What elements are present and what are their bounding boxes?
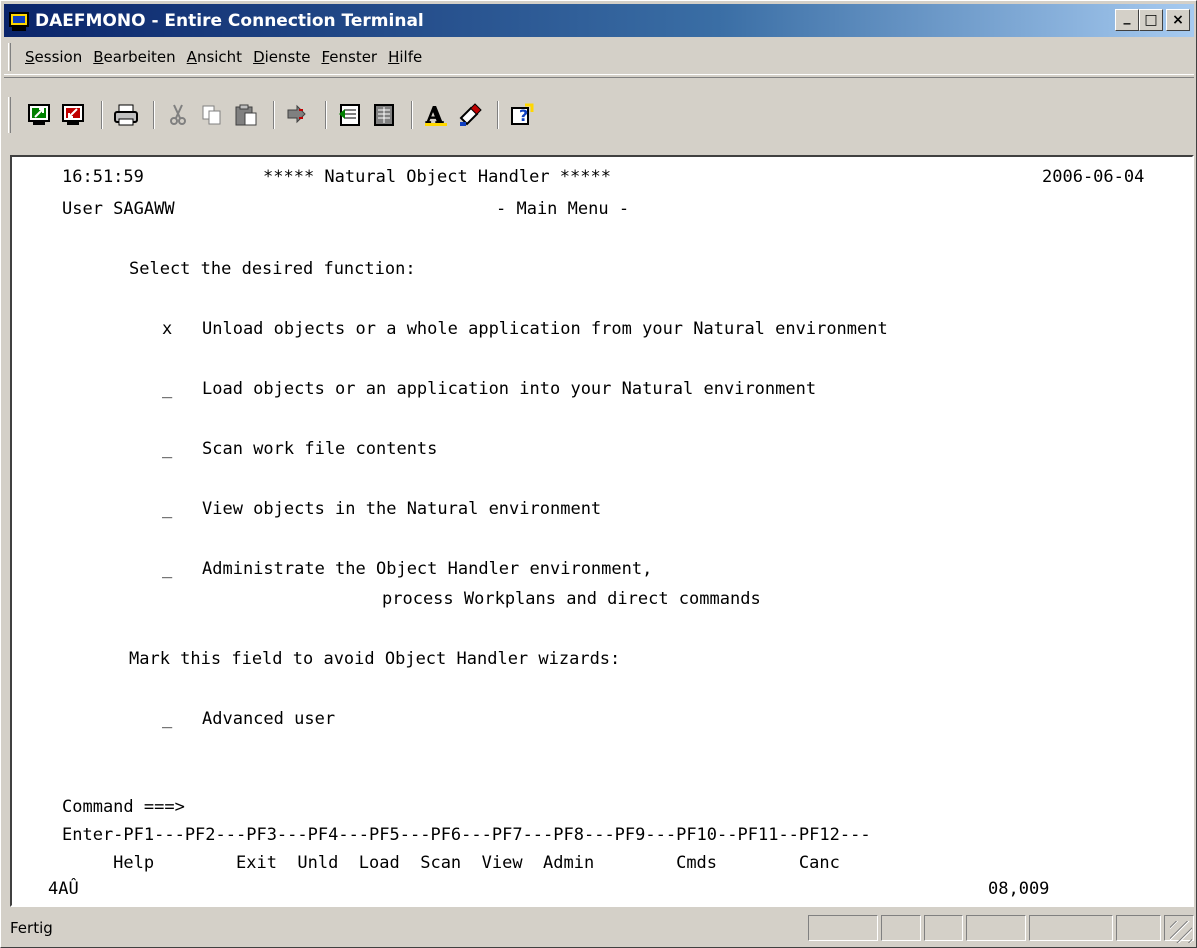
option-admin-label: Administrate the Object Handler environm… <box>202 559 653 579</box>
advanced-user-field[interactable]: _ <box>162 709 172 729</box>
minimize-icon: _ <box>1123 9 1131 25</box>
date-display: 2006-06-04 <box>1042 167 1145 187</box>
status-panel <box>1116 915 1162 941</box>
option-admin-field[interactable]: _ <box>162 559 172 579</box>
menubar-grip[interactable] <box>8 42 11 71</box>
menu-dienste[interactable]: Dienste <box>253 48 310 66</box>
status-panel <box>966 915 1026 941</box>
screen-subtitle: - Main Menu - <box>496 199 630 219</box>
toolbar-separator <box>153 100 155 129</box>
close-icon: × <box>1172 12 1184 28</box>
print-icon[interactable] <box>111 100 141 130</box>
keyboard-icon[interactable] <box>369 100 399 130</box>
disconnect-icon[interactable] <box>59 100 89 130</box>
toolbar-separator <box>101 100 103 129</box>
advanced-user-label: Advanced user <box>202 709 336 729</box>
minimize-button[interactable]: _ <box>1115 9 1139 31</box>
copy-icon[interactable] <box>197 100 227 130</box>
menu-bearbeiten[interactable]: Bearbeiten <box>93 48 175 66</box>
menu-bar: Session Bearbeiten Ansicht Dienste Fenst… <box>4 39 1194 75</box>
option-view-label: View objects in the Natural environment <box>202 499 602 519</box>
toolbar-separator <box>325 100 327 129</box>
pf-label-row[interactable]: Help Exit Unld Load Scan View Admin Cmds… <box>62 853 840 873</box>
resize-grip-icon[interactable] <box>1170 921 1192 943</box>
help-icon[interactable]: ? <box>507 100 537 130</box>
menu-hilfe[interactable]: Hilfe <box>388 48 422 66</box>
command-label[interactable]: Command ===> <box>62 797 185 817</box>
svg-text:?: ? <box>519 106 528 125</box>
paste-icon[interactable] <box>231 100 261 130</box>
option-view-field[interactable]: _ <box>162 499 172 519</box>
cut-icon[interactable] <box>163 100 193 130</box>
pf-key-row: Enter-PF1---PF2---PF3---PF4---PF5---PF6-… <box>62 825 871 845</box>
toolbar-separator <box>273 100 275 129</box>
layout-icon[interactable] <box>335 100 365 130</box>
status-panel <box>808 915 878 941</box>
option-scan-label: Scan work file contents <box>202 439 438 459</box>
status-text: Fertig <box>10 919 53 937</box>
status-bar: Fertig <box>4 911 1194 945</box>
status-indicator: 4AÛ <box>48 879 79 899</box>
screen-header: ***** Natural Object Handler ***** <box>263 167 611 187</box>
connect-icon[interactable] <box>25 100 55 130</box>
toolbar-separator <box>497 100 499 129</box>
title-bar[interactable]: DAEFMONO - Entire Connection Terminal _ … <box>4 4 1194 37</box>
option-unload-field[interactable]: x <box>162 319 172 339</box>
status-panel <box>1028 915 1114 941</box>
toolbar: A ? <box>4 77 1194 151</box>
maximize-icon: □ <box>1144 12 1158 28</box>
status-panel <box>923 915 964 941</box>
option-load-field[interactable]: _ <box>162 379 172 399</box>
color-icon[interactable] <box>455 100 485 130</box>
maximize-button[interactable]: □ <box>1139 9 1163 31</box>
menu-fenster[interactable]: Fenster <box>321 48 377 66</box>
option-load-label: Load objects or an application into your… <box>202 379 817 399</box>
toolbar-grip[interactable] <box>8 96 11 133</box>
cursor-position: 08,009 <box>988 879 1050 899</box>
menu-session[interactable]: Session <box>25 48 82 66</box>
terminal-app-icon <box>8 10 30 32</box>
font-icon[interactable]: A <box>421 100 451 130</box>
toolbar-separator <box>411 100 413 129</box>
option-scan-field[interactable]: _ <box>162 439 172 459</box>
terminal-screen[interactable]: 16:51:59 ***** Natural Object Handler **… <box>10 155 1194 907</box>
option-unload-label: Unload objects or a whole application fr… <box>202 319 888 339</box>
close-button[interactable]: × <box>1166 9 1190 31</box>
option-admin-label-cont: process Workplans and direct commands <box>382 589 761 609</box>
time-display: 16:51:59 <box>62 167 144 187</box>
status-panel <box>880 915 921 941</box>
select-prompt: Select the desired function: <box>129 259 416 279</box>
terminal-window: DAEFMONO - Entire Connection Terminal _ … <box>0 0 1197 948</box>
window-title: DAEFMONO - Entire Connection Terminal <box>35 10 424 31</box>
transfer-icon[interactable] <box>283 100 313 130</box>
menu-ansicht[interactable]: Ansicht <box>187 48 242 66</box>
user-display: User SAGAWW <box>62 199 175 219</box>
wizard-prompt: Mark this field to avoid Object Handler … <box>129 649 621 669</box>
